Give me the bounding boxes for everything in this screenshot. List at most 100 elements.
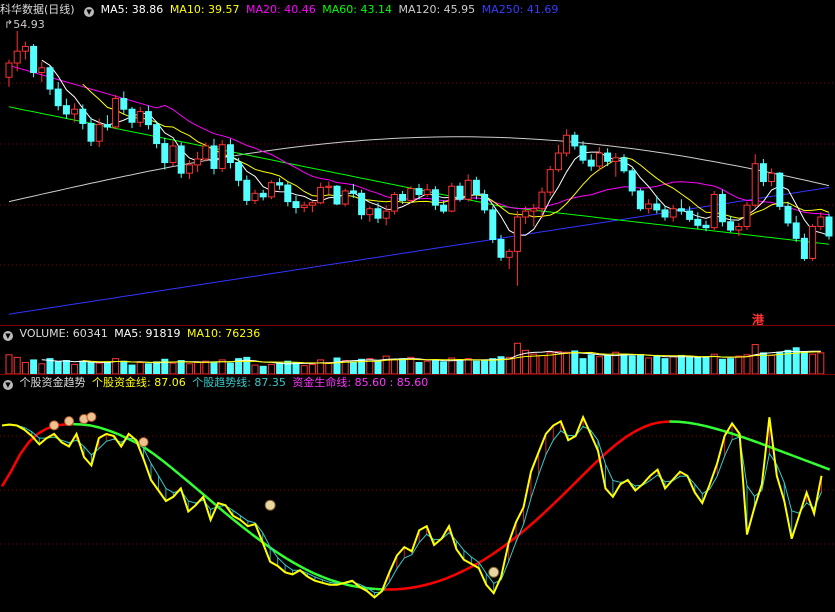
fund-line-value: 个股资金线: 87.06 xyxy=(92,376,186,389)
indicator-chart[interactable] xyxy=(0,392,835,610)
volume-bar xyxy=(587,354,595,374)
volume-bar xyxy=(431,359,439,374)
candle-body xyxy=(46,67,54,90)
life-line-segment xyxy=(793,454,804,461)
volume-bar xyxy=(349,361,357,374)
life-line-segment xyxy=(820,465,831,471)
life-line-segment xyxy=(588,459,600,470)
candle-body xyxy=(276,182,284,186)
candle-body xyxy=(120,98,128,110)
ma250-line xyxy=(8,187,830,315)
volume-bar xyxy=(13,356,21,374)
indicator-legend: ▼ 个股资金趋势 个股资金线: 87.06 个股趋势线: 87.35 资金生命线… xyxy=(0,375,431,391)
candle-body xyxy=(226,144,234,164)
candle-body xyxy=(448,185,456,212)
ma250-value: MA250: 41.69 xyxy=(481,3,559,16)
volume-bar xyxy=(300,365,308,374)
indicator-name: 个股资金趋势 xyxy=(19,376,86,389)
candle-body xyxy=(235,162,243,181)
life-line-segment xyxy=(642,422,653,429)
volume-bar xyxy=(423,360,431,374)
volume-bar xyxy=(694,357,702,374)
candle-body xyxy=(13,50,21,64)
price-legend: 科华数据(日线) ▼ MA5: 38.86 MA10: 39.57 MA20: … xyxy=(0,2,561,18)
candle-body xyxy=(653,203,661,211)
life-line-segment xyxy=(552,494,564,505)
life-line-segment xyxy=(775,448,786,454)
life-line-segment xyxy=(579,467,591,479)
candle-body xyxy=(522,210,530,218)
volume-bar xyxy=(390,359,398,374)
candle-body xyxy=(686,210,694,220)
life-line-segment xyxy=(544,502,555,514)
chevron-down-icon[interactable]: ▼ xyxy=(84,7,95,17)
volume-bar xyxy=(71,363,79,374)
volume-bar xyxy=(645,357,653,374)
candle-body xyxy=(144,111,152,126)
volume-bar xyxy=(276,362,284,374)
life-line-segment xyxy=(196,488,208,499)
volume-bar xyxy=(267,363,275,374)
candle-body xyxy=(415,188,423,196)
life-line-segment xyxy=(0,471,12,487)
life-line-segment xyxy=(393,587,403,591)
candle-body xyxy=(30,45,38,73)
candle-body xyxy=(358,192,366,216)
volume-bar xyxy=(456,359,464,374)
candle-body xyxy=(809,225,817,259)
candle-body xyxy=(768,172,776,182)
life-line-segment xyxy=(411,584,421,590)
trend-line-value: 个股趋势线: 87.35 xyxy=(192,376,286,389)
life-line-segment xyxy=(90,424,101,429)
volume-bar xyxy=(185,363,193,374)
candle-body xyxy=(292,201,300,209)
life-line-segment xyxy=(81,423,92,427)
volume-bar xyxy=(727,358,735,374)
candle-body xyxy=(513,216,521,252)
candle-body xyxy=(636,190,644,210)
life-line-segment xyxy=(660,420,670,424)
volume-bar xyxy=(5,354,13,374)
candle-body xyxy=(677,208,685,212)
volume-bar xyxy=(333,357,341,374)
candle-body xyxy=(538,191,546,210)
life-line-segment xyxy=(624,430,635,439)
life-line-segment xyxy=(295,562,306,570)
candle-body xyxy=(62,105,70,115)
candle-body xyxy=(546,169,554,193)
volume-bar xyxy=(743,354,751,374)
candle-body xyxy=(218,144,226,169)
candle-body xyxy=(169,145,177,164)
candle-body xyxy=(366,208,374,216)
chevron-down-icon[interactable]: ▼ xyxy=(3,331,13,341)
candle-body xyxy=(161,143,169,164)
candle-body xyxy=(800,237,808,259)
life-line-segment xyxy=(170,466,181,476)
volume-bar xyxy=(546,352,554,374)
candle-body xyxy=(79,108,87,124)
volume-bar xyxy=(103,361,111,374)
candle-body xyxy=(620,157,628,172)
price-chart[interactable] xyxy=(0,18,835,326)
candle-body xyxy=(333,185,341,205)
life-line-value: 资金生命线: 85.60 : 85.60 xyxy=(292,376,429,389)
candle-body xyxy=(571,134,579,147)
volume-bar xyxy=(686,356,694,374)
life-line-segment xyxy=(241,525,252,535)
life-line-segment xyxy=(784,451,795,458)
volume-bar xyxy=(472,360,480,374)
ma20-value: MA20: 40.46 xyxy=(246,3,316,16)
volume-bar xyxy=(292,361,300,374)
volume-chart[interactable] xyxy=(0,342,835,374)
candle-body xyxy=(5,62,13,78)
candle-body xyxy=(710,194,718,229)
volume-bar xyxy=(144,363,152,374)
volume-bar xyxy=(382,355,390,374)
volume-bar xyxy=(112,358,120,374)
candle-body xyxy=(284,184,292,203)
candle-body xyxy=(349,190,357,194)
volume-value: VOLUME: 60341 xyxy=(19,327,108,340)
candle-body xyxy=(456,185,464,200)
volume-bar xyxy=(776,351,784,374)
chevron-down-icon[interactable]: ▼ xyxy=(3,380,13,390)
